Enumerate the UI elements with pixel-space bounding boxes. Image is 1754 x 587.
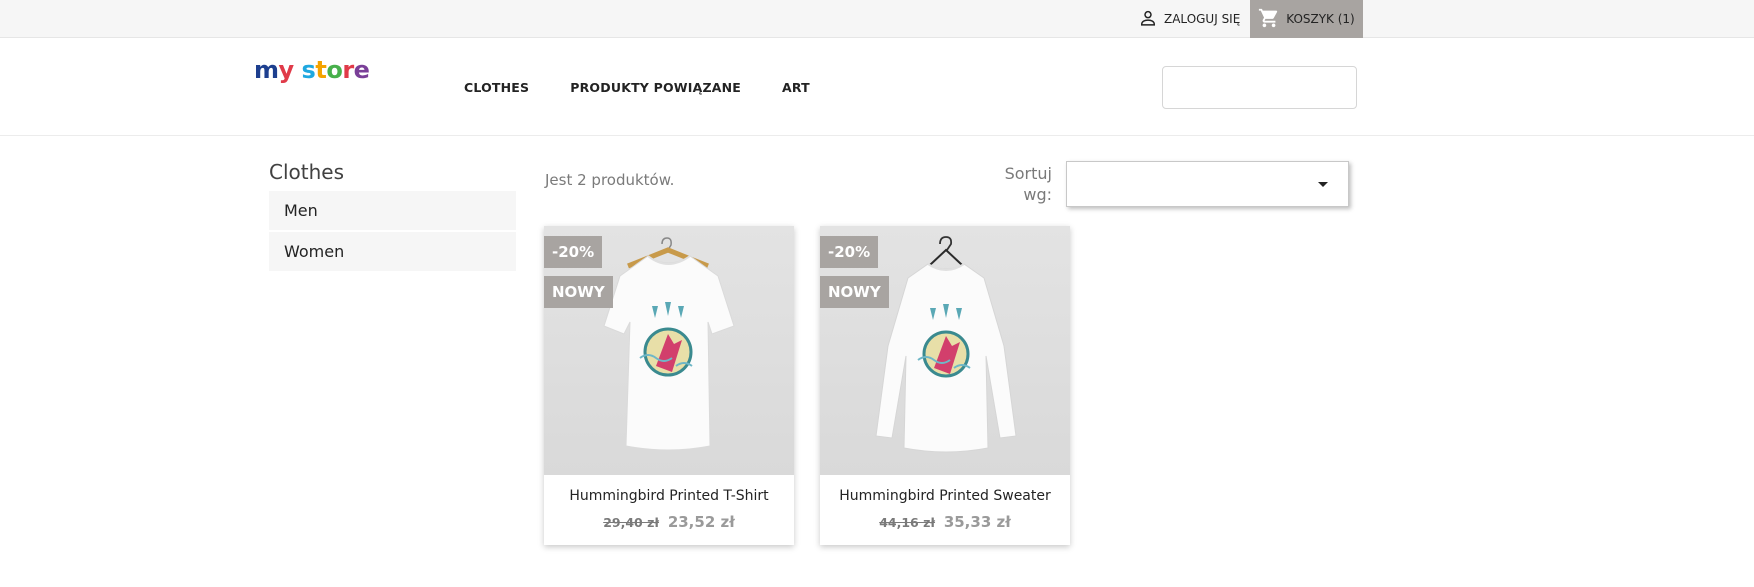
logo-letter: y	[278, 56, 295, 84]
discount-flag: -20%	[544, 236, 603, 268]
logo-letter: r	[342, 56, 354, 84]
site-header: my store CLOTHES PRODUKTY POWIĄZANE ART	[0, 38, 1754, 136]
product-image[interactable]: -20% NOWY	[544, 226, 794, 475]
nav-item-art[interactable]: ART	[782, 80, 810, 95]
user-icon	[1138, 8, 1158, 31]
login-link[interactable]: ZALOGUJ SIĘ	[1138, 0, 1240, 38]
product-image[interactable]: -20% NOWY	[820, 226, 1070, 475]
logo-letter	[294, 56, 302, 84]
shopping-cart-icon	[1258, 7, 1280, 32]
sort-label-line-1: Sortuj	[1004, 164, 1052, 183]
login-label: ZALOGUJ SIĘ	[1164, 12, 1241, 26]
product-name[interactable]: Hummingbird Printed T-Shirt	[544, 488, 794, 504]
product-count: Jest 2 produktów.	[545, 171, 675, 189]
sale-price: 35,33 zł	[943, 513, 1011, 531]
logo-letter: s	[301, 56, 316, 84]
new-flag: NOWY	[820, 276, 889, 308]
subcategory-men[interactable]: Men	[269, 191, 516, 232]
logo-letter: o	[326, 56, 343, 84]
regular-price: 44,16 zł	[879, 515, 936, 530]
store-logo[interactable]: my store	[254, 44, 370, 84]
product-prices: 44,16 zł 35,33 zł	[820, 513, 1070, 531]
product-prices: 29,40 zł 23,52 zł	[544, 513, 794, 531]
cart-label: KOSZYK (1)	[1286, 12, 1355, 26]
category-title: Clothes	[269, 160, 344, 184]
product-name[interactable]: Hummingbird Printed Sweater	[820, 488, 1070, 504]
logo-letter: t	[315, 56, 327, 84]
main-nav: CLOTHES PRODUKTY POWIĄZANE ART	[464, 80, 810, 95]
subcategory-women[interactable]: Women	[269, 232, 516, 273]
nav-item-clothes[interactable]: CLOTHES	[464, 80, 529, 95]
caret-down-icon	[1318, 182, 1328, 187]
search-input[interactable]	[1162, 66, 1357, 109]
logo-letter: e	[353, 56, 370, 84]
new-flag: NOWY	[544, 276, 613, 308]
product-card[interactable]: -20% NOWY Hummingbird Printed Sweater 44…	[820, 226, 1070, 545]
discount-flag: -20%	[820, 236, 879, 268]
cart-button[interactable]: KOSZYK (1)	[1250, 0, 1363, 38]
sort-label: Sortuj wg:	[990, 163, 1052, 205]
sort-label-line-2: wg:	[1023, 185, 1052, 204]
sale-price: 23,52 zł	[667, 513, 735, 531]
logo-letter: m	[254, 56, 279, 84]
product-card[interactable]: -20% NOWY Hummingbird Printed T-Shirt 29…	[544, 226, 794, 545]
top-bar: ZALOGUJ SIĘ KOSZYK (1)	[0, 0, 1754, 38]
regular-price: 29,40 zł	[603, 515, 660, 530]
sort-dropdown[interactable]	[1066, 161, 1349, 207]
subcategory-list: Men Women	[269, 191, 516, 273]
nav-item-related-products[interactable]: PRODUKTY POWIĄZANE	[570, 80, 741, 95]
